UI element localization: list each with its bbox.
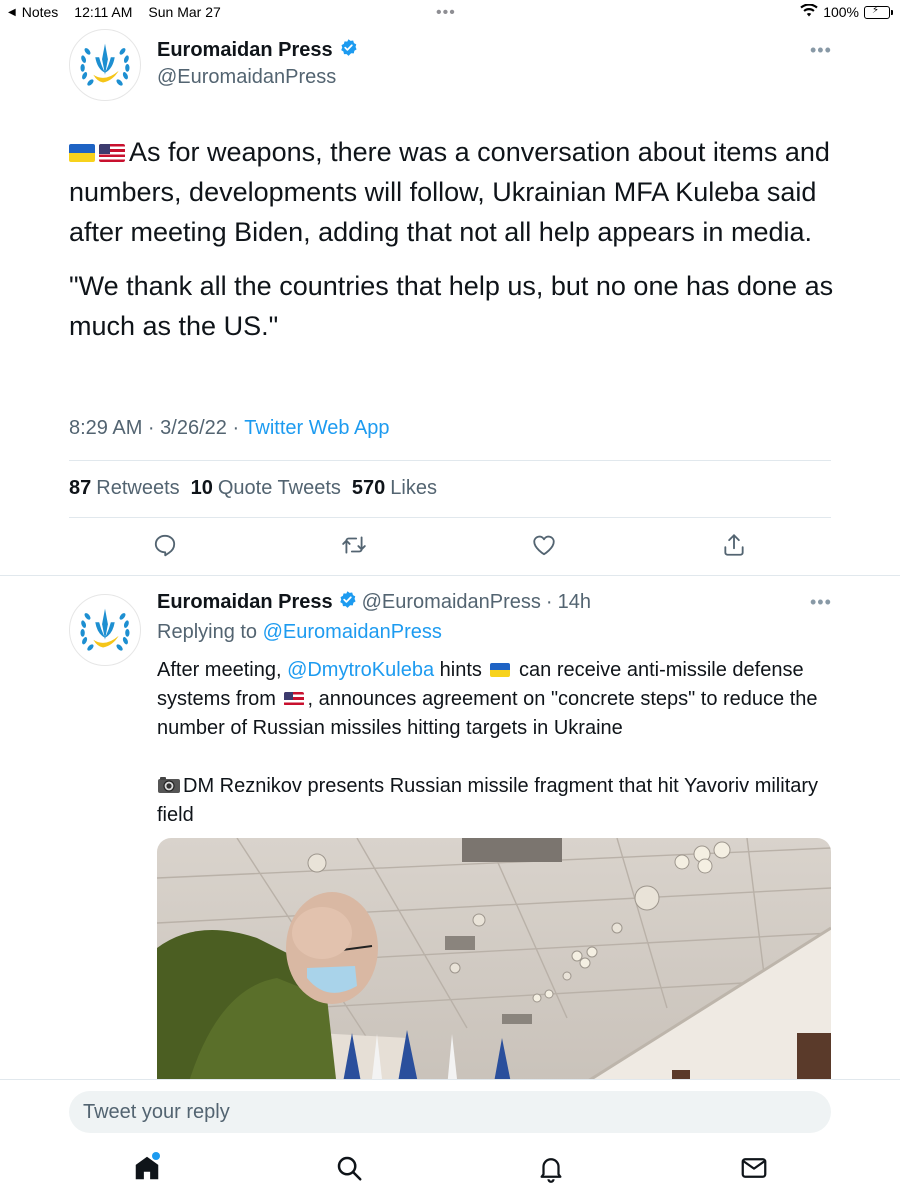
tweet-stats: 87 Retweets 10 Quote Tweets 570 Likes	[69, 477, 437, 500]
battery-percent: 100%	[823, 4, 859, 20]
battery-icon	[864, 5, 893, 19]
reply-icon[interactable]	[152, 532, 178, 558]
display-name[interactable]: Euromaidan Press	[157, 39, 333, 62]
reply-more-options-icon[interactable]: •••	[810, 592, 832, 613]
tweet-paragraph: As for weapons, there was a conversation…	[69, 132, 849, 252]
more-options-icon[interactable]: •••	[810, 40, 832, 61]
tweet-timestamp: 8:29 AM · 3/26/22 ·	[69, 417, 245, 439]
messages-icon[interactable]	[739, 1153, 769, 1183]
share-icon[interactable]	[721, 532, 747, 558]
home-notification-dot	[152, 1152, 160, 1160]
reply-text-segment: After meeting,	[157, 659, 288, 681]
reply-text: After meeting, @DmytroKuleba hints can r…	[157, 656, 837, 830]
status-time: 12:11 AM	[74, 4, 133, 20]
tab-bar	[0, 1145, 900, 1195]
divider	[0, 575, 900, 576]
reply-author-row: Euromaidan Press @EuromaidanPress · 14h	[157, 590, 591, 615]
notifications-icon[interactable]	[536, 1153, 566, 1183]
reply-avatar[interactable]	[69, 594, 141, 666]
tweet-actions	[0, 532, 900, 562]
reply-paragraph-2: DM Reznikov presents Russian missile fra…	[157, 772, 837, 830]
ukraine-flag-icon	[490, 663, 511, 677]
likes-label: Likes	[390, 477, 437, 499]
reply-handle[interactable]: @EuromaidanPress	[362, 591, 541, 614]
reply-age[interactable]: 14h	[558, 591, 591, 614]
handle[interactable]: @EuromaidanPress	[157, 66, 336, 89]
quote-tweets-stat[interactable]: 10 Quote Tweets	[191, 477, 341, 500]
tweet-photo[interactable]	[157, 838, 831, 1088]
status-date: Sun Mar 27	[148, 4, 221, 20]
quotes-label: Quote Tweets	[217, 477, 341, 499]
reply-text-segment: DM Reznikov presents Russian missile fra…	[157, 775, 819, 826]
wifi-icon	[800, 3, 818, 20]
replying-to-handle[interactable]: @EuromaidanPress	[263, 621, 442, 643]
mention-link[interactable]: @DmytroKuleba	[287, 659, 434, 681]
divider	[69, 460, 831, 461]
avatar[interactable]	[69, 29, 141, 101]
likes-count: 570	[351, 477, 386, 499]
replying-to: Replying to @EuromaidanPress	[157, 621, 442, 644]
tweet-paragraph-2: "We thank all the countries that help us…	[69, 271, 834, 341]
likes-stat[interactable]: 570 Likes	[352, 477, 437, 500]
search-icon[interactable]	[334, 1153, 364, 1183]
tweet-paragraph-1: As for weapons, there was a conversation…	[69, 137, 830, 247]
replying-prefix: Replying to	[157, 621, 263, 643]
like-icon[interactable]	[531, 532, 557, 558]
quotes-count: 10	[190, 477, 213, 499]
multitasking-dots[interactable]: •••	[436, 4, 456, 22]
reply-display-name[interactable]: Euromaidan Press	[157, 591, 333, 614]
reply-input[interactable]	[69, 1091, 831, 1133]
retweet-icon[interactable]	[341, 532, 367, 558]
tweet-text: As for weapons, there was a conversation…	[69, 132, 849, 346]
us-flag-icon	[99, 144, 125, 162]
divider	[69, 517, 831, 518]
tweet-meta: 8:29 AM · 3/26/22 · Twitter Web App	[69, 417, 390, 440]
retweets-stat[interactable]: 87 Retweets	[69, 477, 180, 500]
back-arrow-icon[interactable]: ◀	[8, 7, 16, 18]
retweets-label: Retweets	[96, 477, 180, 499]
author-row: Euromaidan Press	[157, 38, 358, 62]
reply-text-segment: hints	[434, 659, 488, 681]
retweets-count: 87	[69, 477, 92, 499]
reply-paragraph-1: After meeting, @DmytroKuleba hints can r…	[157, 656, 837, 743]
ukraine-flag-icon	[69, 144, 95, 162]
back-app-label[interactable]: Notes	[22, 4, 59, 20]
separator: ·	[545, 591, 553, 613]
status-bar: ◀ Notes 12:11 AM Sun Mar 27 ••• 100%	[0, 0, 900, 24]
verified-badge-icon	[339, 38, 358, 62]
us-flag-icon	[284, 692, 305, 706]
tweet-source-link[interactable]: Twitter Web App	[244, 417, 389, 439]
verified-badge-icon	[338, 590, 357, 615]
camera-icon	[157, 774, 181, 793]
